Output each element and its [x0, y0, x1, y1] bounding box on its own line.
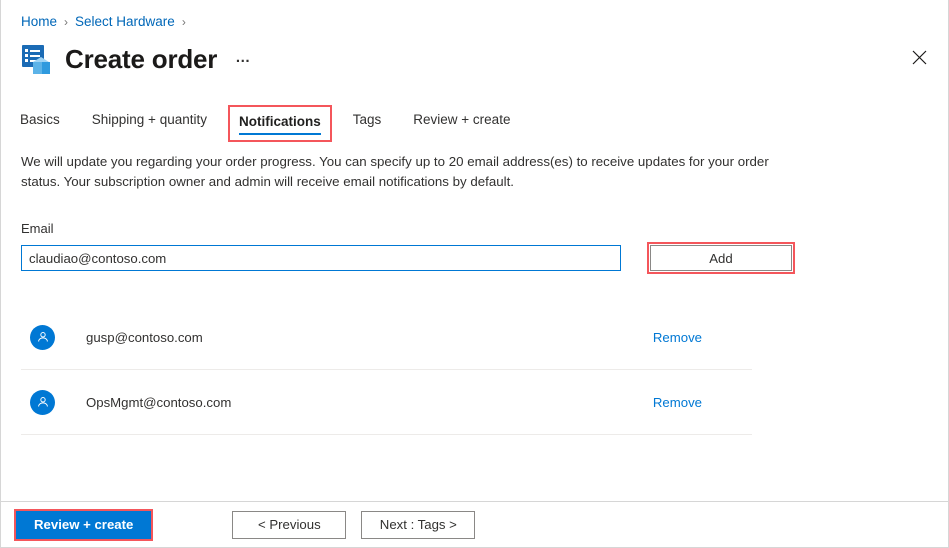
- recipient-list: gusp@contoso.com Remove OpsMgmt@contoso.…: [21, 305, 752, 435]
- previous-button[interactable]: < Previous: [232, 510, 347, 539]
- create-order-blade: Home › Select Hardware › Create order …: [0, 0, 949, 548]
- create-order-icon: [20, 43, 54, 77]
- remove-link[interactable]: Remove: [653, 330, 702, 345]
- avatar: [30, 324, 55, 350]
- email-input[interactable]: [21, 245, 621, 271]
- add-button[interactable]: Add: [650, 245, 792, 271]
- recipient-email: gusp@contoso.com: [86, 329, 203, 345]
- email-field-label: Email: [21, 221, 54, 236]
- breadcrumb-item-home[interactable]: Home: [21, 14, 57, 29]
- breadcrumb: Home › Select Hardware ›: [1, 0, 948, 32]
- email-entry-row: Add: [21, 242, 928, 274]
- add-button-highlight: Add: [647, 242, 795, 274]
- tab-label: Review + create: [413, 112, 511, 127]
- tab-tags[interactable]: Tags: [353, 112, 382, 136]
- tab-label: Tags: [352, 112, 382, 127]
- notifications-description: We will update you regarding your order …: [21, 154, 769, 189]
- chevron-right-icon: ›: [181, 14, 186, 29]
- tab-basics[interactable]: Basics: [20, 112, 60, 136]
- tab-shipping-quantity[interactable]: Shipping + quantity: [92, 112, 207, 136]
- avatar: [30, 389, 55, 415]
- list-item: OpsMgmt@contoso.com Remove: [21, 370, 752, 435]
- remove-link[interactable]: Remove: [653, 395, 702, 410]
- tab-bar: Basics Shipping + quantity Notifications…: [1, 96, 948, 142]
- wizard-footer: Review + create < Previous Next : Tags >: [1, 501, 948, 547]
- tab-notifications[interactable]: Notifications: [227, 105, 332, 142]
- tab-label: Notifications: [238, 114, 321, 129]
- notifications-panel: We will update you regarding your order …: [1, 136, 948, 501]
- more-options-icon[interactable]: …: [235, 49, 252, 66]
- review-create-button[interactable]: Review + create: [16, 510, 152, 539]
- breadcrumb-item-select-hardware[interactable]: Select Hardware: [75, 14, 175, 29]
- chevron-right-icon: ›: [64, 14, 69, 29]
- close-icon[interactable]: [903, 41, 935, 73]
- tab-label: Basics: [20, 112, 60, 127]
- tab-label: Shipping + quantity: [91, 112, 207, 127]
- active-tab-underline: [238, 133, 321, 135]
- title-row: Create order …: [1, 32, 948, 84]
- tab-review-create[interactable]: Review + create: [413, 112, 510, 136]
- recipient-email: OpsMgmt@contoso.com: [86, 394, 232, 410]
- list-item: gusp@contoso.com Remove: [21, 305, 752, 370]
- review-create-highlight: Review + create: [14, 508, 154, 541]
- page-title: Create order: [65, 44, 218, 74]
- next-button[interactable]: Next : Tags >: [361, 510, 476, 539]
- cube-shape: [33, 56, 50, 74]
